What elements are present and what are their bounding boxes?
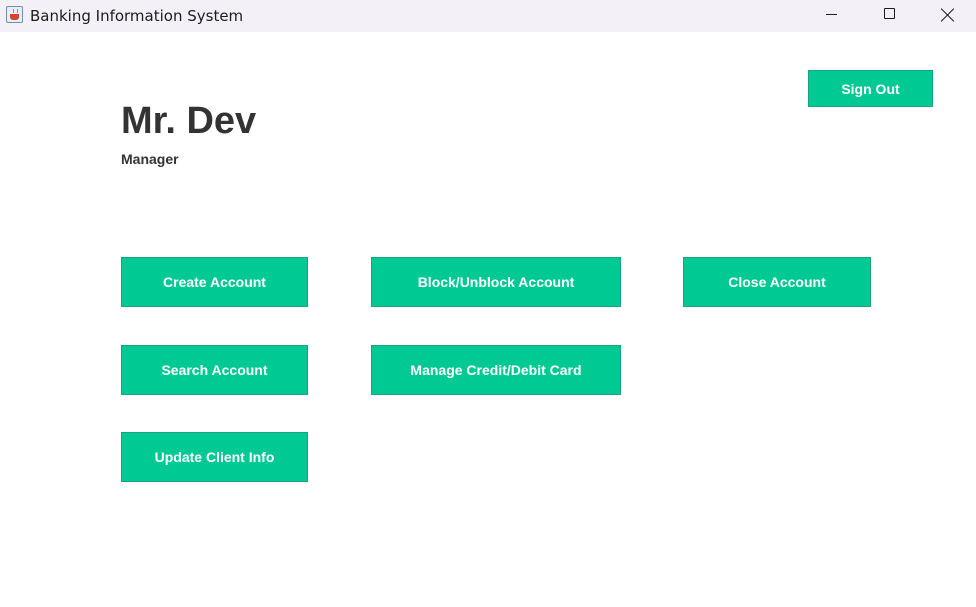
close-icon xyxy=(941,8,955,22)
update-client-info-button[interactable]: Update Client Info xyxy=(121,432,308,482)
title-bar[interactable]: Banking Information System xyxy=(0,0,976,32)
block-unblock-account-button[interactable]: Block/Unblock Account xyxy=(371,257,621,307)
minimize-button[interactable] xyxy=(802,0,860,32)
maximize-button[interactable] xyxy=(860,0,918,32)
close-window-button[interactable] xyxy=(918,0,976,32)
java-cup-icon xyxy=(6,6,23,23)
close-account-button[interactable]: Close Account xyxy=(683,257,871,307)
manage-card-button[interactable]: Manage Credit/Debit Card xyxy=(371,345,621,395)
create-account-button[interactable]: Create Account xyxy=(121,257,308,307)
sign-out-button[interactable]: Sign Out xyxy=(808,70,933,107)
minimize-icon xyxy=(826,14,837,15)
maximize-icon xyxy=(884,8,895,19)
search-account-button[interactable]: Search Account xyxy=(121,345,308,395)
window-title: Banking Information System xyxy=(30,7,244,25)
user-role: Manager xyxy=(121,151,179,167)
user-name: Mr. Dev xyxy=(121,100,257,142)
